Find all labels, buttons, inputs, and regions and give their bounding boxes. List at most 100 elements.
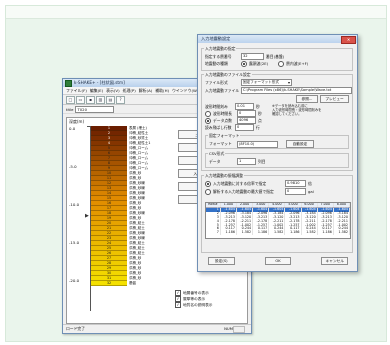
format-code-label: フォーマット (209, 141, 232, 146)
checkbox-label: 地層番号の表示 (183, 290, 209, 295)
length-label: 波形時間長 (213, 110, 232, 116)
status-text: ロード完了 (66, 326, 85, 331)
chart-icon[interactable]: ▥ (96, 95, 105, 104)
skip-row: 読み飛ばし行数 0 行 (205, 124, 260, 131)
auto-format-button[interactable]: 自動設定 (286, 140, 314, 148)
y-tick: -20.0 (69, 278, 80, 283)
outcrop-wave-radio[interactable] (241, 61, 247, 67)
count-radio[interactable] (205, 117, 211, 124)
cancel-button[interactable]: キャンセル (321, 257, 349, 265)
dialog-buttons: 設定(S) OK キャンセル (208, 257, 349, 265)
file-format-select[interactable]: 固定フォーマット形式 (241, 79, 292, 86)
y-tick: -15.0 (69, 240, 80, 245)
scale-factor-radio[interactable] (205, 180, 211, 187)
interval-label: 波形時間刻み (205, 103, 228, 109)
table-row[interactable]: 7 1.186 1.582 1.186 1.582 1.186 1.582 1.186 1.58… (206, 230, 350, 236)
set-button[interactable]: 設定(S) (208, 257, 235, 265)
amplitude-group: 入力地震動の振幅調整 入力地震動に対する倍率で指定 0.9810 倍 解析する入… (201, 173, 353, 253)
group-title: 入力地震動の指定 (204, 46, 237, 51)
grid-cell[interactable]: 1.582 (268, 230, 286, 236)
count-label: データ点数 (213, 117, 232, 123)
scale-factor-input[interactable]: 0.9810 (285, 180, 306, 187)
group-title: 入力地震動の振幅調整 (204, 173, 244, 178)
soil-column[interactable]: 1 2 3 4 5 6 7 8 9 10 11 12 13 14 15 16 17 18 19 20 21 22 23 24 2… (91, 126, 127, 311)
grid-cell[interactable]: 1.186 (220, 230, 237, 236)
menu-item-edit[interactable]: 編集(E) (90, 88, 103, 94)
save-icon[interactable]: ▪ (86, 95, 95, 104)
grid-cell[interactable]: 7 (206, 230, 221, 236)
grid-cell[interactable]: 1.582 (301, 230, 318, 236)
menu-item-file[interactable]: ファイル(F) (66, 88, 87, 94)
new-icon[interactable]: □ (66, 95, 75, 104)
title-field-label: title (66, 106, 74, 112)
print-icon[interactable]: ▤ (106, 95, 115, 104)
app-icon (65, 79, 72, 87)
file-path-label: 入力地震動ファイル (205, 87, 240, 93)
csv-column-input[interactable]: 1 (237, 158, 256, 165)
length-input[interactable]: 0 (237, 110, 256, 117)
open-icon[interactable]: ▭ (76, 95, 85, 104)
interval-input[interactable]: 0.01 (235, 103, 254, 110)
grid-cell[interactable]: 1.186 (252, 230, 270, 236)
max-value-row: 解析する入力地震動の最大値で指定 0 gal (205, 188, 314, 195)
dialog-close-icon[interactable]: ✕ (341, 36, 356, 44)
length-unit: 秒 (258, 110, 262, 116)
file-path-input[interactable]: C:\Program Files (x86)\k-SHAKE\Sample\Wa… (241, 87, 352, 94)
skip-input[interactable]: 0 (235, 124, 254, 131)
help-icon[interactable]: ? (116, 95, 125, 104)
count-unit: 点 (258, 117, 262, 123)
dialog-title: 入力地震動設定 (201, 36, 231, 41)
dialog-titlebar[interactable]: 入力地震動設定 ✕ (198, 35, 357, 44)
soil-layer-segment[interactable]: 32 (91, 281, 127, 286)
target-layer-input[interactable]: 32 (241, 53, 264, 60)
file-format-row: ファイル形式 固定フォーマット形式 (205, 79, 292, 86)
frame-top-strip (6, 6, 386, 19)
data-note: ※データを読み込む前に 入力波形時間長・波形時間刻みを 確認してください。 (272, 104, 321, 116)
file-path-row: 入力地震動ファイル C:\Program Files (x86)\k-SHAKE… (205, 87, 352, 94)
format-code-input[interactable]: (8F10.0) (237, 140, 278, 148)
scale-factor-unit: 倍 (308, 180, 312, 186)
csv-column-row: データ 1 列目 (209, 158, 266, 165)
y-tick: 0.0 (69, 126, 76, 131)
grid-cell[interactable]: 1.186 (317, 230, 334, 236)
ok-button[interactable]: OK (264, 257, 292, 265)
wave-data-table: Row# 1.000 2.000 3.000 4.000 5.000 6.000 7.000 8… (206, 203, 350, 236)
radio-label: 層内波(E+F) (286, 61, 309, 66)
group-title: CSV形式 (208, 151, 226, 156)
checkbox-box[interactable]: ✓ (175, 302, 181, 308)
menu-item-view[interactable]: 表示(V) (106, 88, 119, 94)
display-options: ✓ 地層番号の表示 ✓ 層厚等の表示 ✓ 地質名の説明表示 (175, 290, 243, 308)
geology-name-checkbox[interactable]: ✓ 地質名の説明表示 (175, 302, 243, 308)
grid-cell[interactable]: 1.186 (284, 230, 302, 236)
motion-type-label: 地震動の種類 (205, 61, 228, 66)
wave-data-grid[interactable]: Row# 1.000 2.000 3.000 4.000 5.000 6.000 7.000 8… (205, 202, 351, 239)
water-level-marker-icon: ▶ (85, 213, 89, 219)
soil-layer-labels: 表層 (埋土) 沖積_粘性土 沖積_砂質土 沖積_粘性土1 沖積_ローム 沖積_ローム 沖積… (129, 126, 173, 286)
skip-unit: 行 (256, 124, 260, 130)
motion-type-row: 地震動の種類 露頭波(2E) 層内波(E+F) (205, 61, 308, 67)
max-value-input[interactable]: 0 (285, 188, 306, 195)
preview-button[interactable]: プレビュー (320, 95, 349, 103)
skip-label: 読み飛ばし行数 (205, 124, 232, 130)
y-axis-title: 深度(m) (69, 119, 85, 124)
count-input[interactable]: 4096 (237, 117, 256, 124)
layer-wave-radio[interactable] (278, 61, 285, 67)
grid-cell[interactable]: 1.582 (236, 230, 254, 236)
menu-item-analysis[interactable]: 解析(A) (139, 88, 152, 94)
checkbox-label: 層厚等の表示 (183, 296, 206, 301)
menu-item-process[interactable]: 処理(P) (123, 88, 136, 94)
checkbox-label: 地質名の説明表示 (183, 302, 213, 307)
group-title: 入力地震動のファイル設定 (204, 72, 252, 77)
title-field[interactable]: T020 (75, 105, 115, 113)
y-tick: -5.0 (69, 164, 77, 169)
menu-item-aux[interactable]: 補助(H) (155, 88, 169, 94)
menu-item-window[interactable]: ウインドウ(W) (172, 88, 198, 94)
scale-factor-row: 入力地震動に対する倍率で指定 0.9810 倍 (205, 180, 312, 187)
length-radio[interactable] (205, 110, 211, 117)
max-value-radio[interactable] (205, 188, 211, 195)
browse-button[interactable]: 参照... (296, 95, 318, 103)
format-code-row: フォーマット (8F10.0) 自動設定 (209, 140, 314, 148)
csv-column-unit: 列目 (258, 158, 266, 164)
max-value-label: 解析する入力地震動の最大値で指定 (213, 188, 274, 194)
grid-cell[interactable]: 1.582 (333, 230, 350, 236)
